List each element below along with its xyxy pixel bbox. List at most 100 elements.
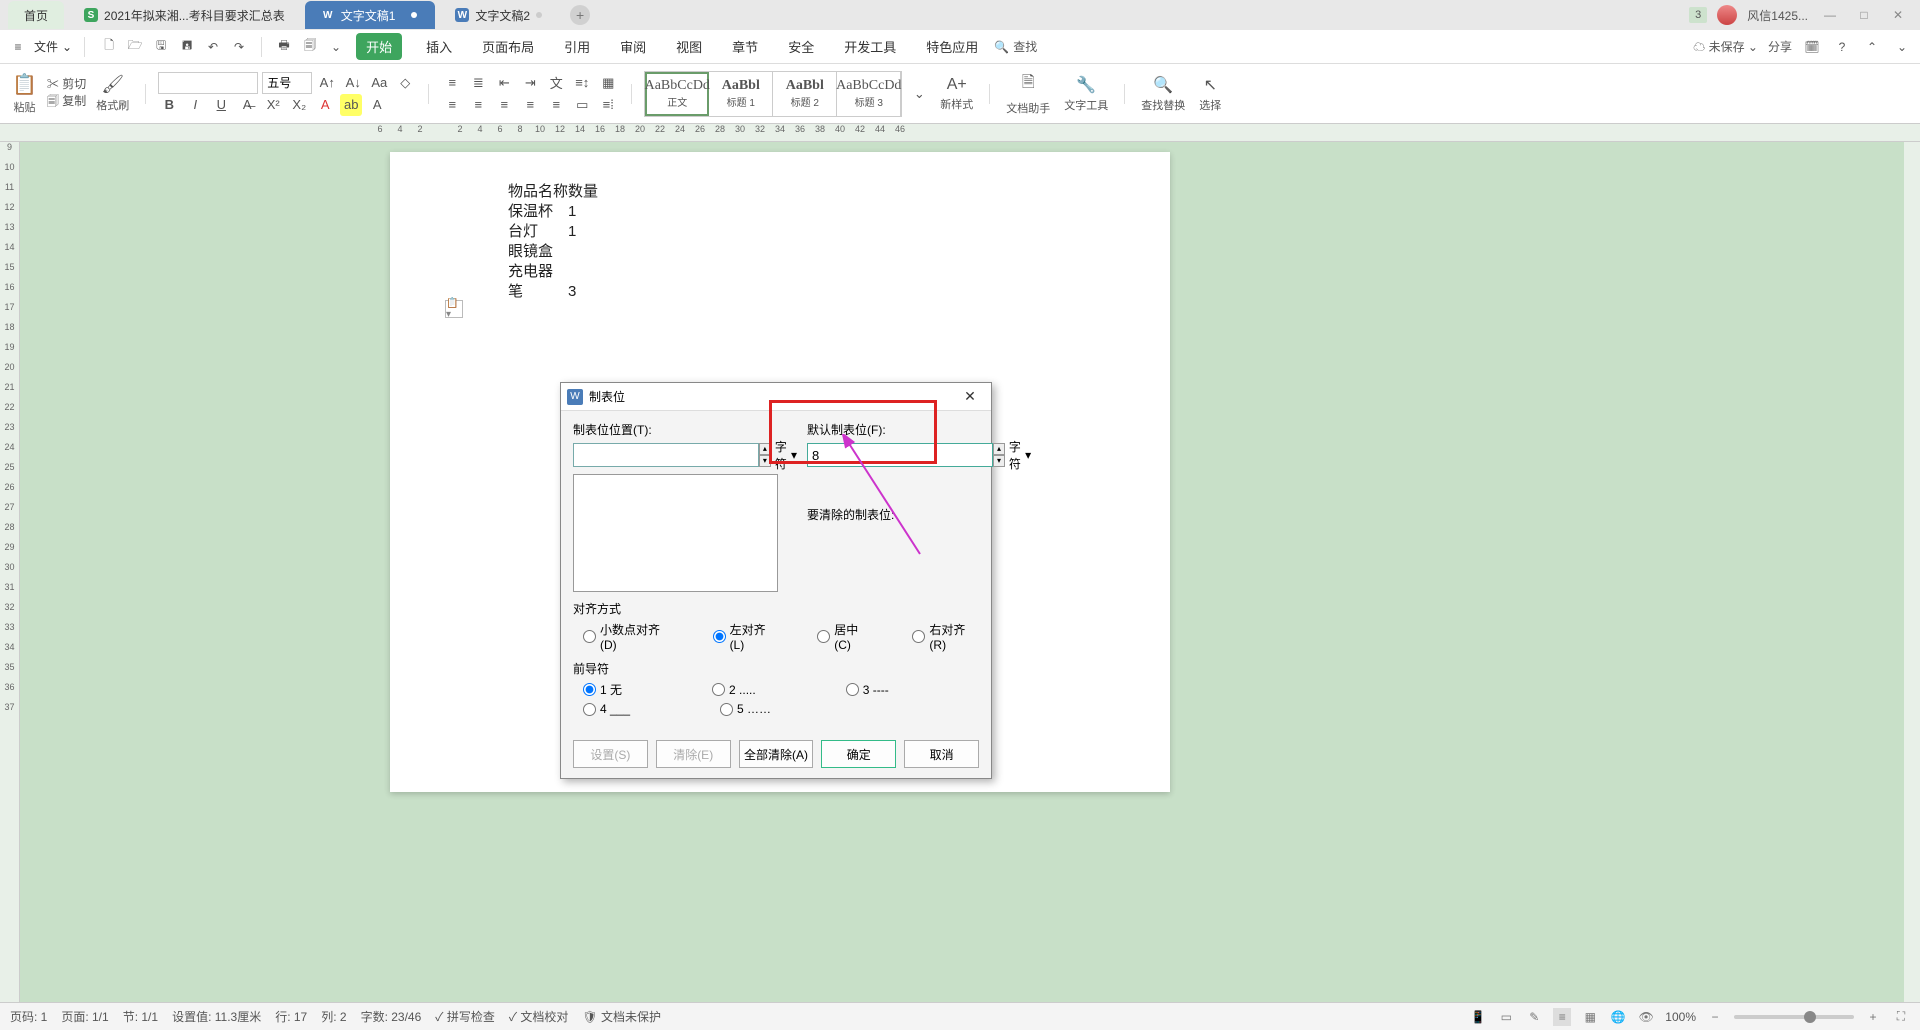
new-tab-button[interactable]: + (570, 5, 590, 25)
collapse-ribbon-icon[interactable]: ⌃ (1862, 37, 1882, 57)
tab-doc1-active[interactable]: W 文字文稿1 (305, 1, 436, 29)
line-spacing-button[interactable]: ≡↕ (571, 72, 593, 94)
tab-excel-file[interactable]: S 2021年拟来湘...考科目要求汇总表 (68, 1, 301, 29)
underline-button[interactable]: U (210, 94, 232, 116)
align-right-button[interactable]: ≡ (493, 94, 515, 116)
zoom-out-button[interactable]: − (1706, 1008, 1724, 1026)
strikethrough-button[interactable]: A̶ (236, 94, 258, 116)
ribbon-tab-security[interactable]: 安全 (782, 33, 820, 60)
ribbon-tab-devtools[interactable]: 开发工具 (838, 33, 902, 60)
view-web-icon[interactable]: 🌐 (1609, 1008, 1627, 1026)
text-tool-button[interactable]: 🔧文字工具 (1060, 75, 1112, 113)
numbering-button[interactable]: ≣ (467, 72, 489, 94)
username-label[interactable]: 风信1425... (1747, 7, 1808, 24)
status-row[interactable]: 行: 17 (275, 1008, 307, 1025)
style-normal[interactable]: AaBbCcDd正文 (645, 72, 709, 116)
copy-button[interactable]: 🗐 复制 (47, 92, 86, 113)
spin-down[interactable]: ▾ (759, 455, 771, 467)
fit-page-icon[interactable]: ⛶ (1892, 1008, 1910, 1026)
view-outline-icon[interactable]: ▦ (1581, 1008, 1599, 1026)
change-case-icon[interactable]: Aa (368, 72, 390, 94)
align-right-radio[interactable]: 右对齐(R) (912, 621, 979, 652)
view-phone-icon[interactable]: 📱 (1469, 1008, 1487, 1026)
clear-all-button[interactable]: 全部清除(A) (739, 740, 814, 768)
save-as-icon[interactable]: 🖪 (177, 37, 197, 57)
justify-button[interactable]: ≡ (519, 94, 541, 116)
highlight-button[interactable]: ab (340, 94, 362, 116)
increase-indent-button[interactable]: ⇥ (519, 72, 541, 94)
decrease-indent-button[interactable]: ⇤ (493, 72, 515, 94)
ok-button[interactable]: 确定 (821, 740, 896, 768)
distribute-button[interactable]: ≡ (545, 94, 567, 116)
status-page[interactable]: 页面: 1/1 (61, 1008, 108, 1025)
leader-5-radio[interactable]: 5 …… (720, 702, 771, 716)
dialog-titlebar[interactable]: W 制表位 ✕ (561, 383, 991, 411)
close-window-button[interactable]: ✕ (1886, 8, 1910, 22)
ribbon-tab-view[interactable]: 视图 (670, 33, 708, 60)
doc-helper-button[interactable]: 🗎文档助手 (1002, 71, 1054, 116)
view-edit-icon[interactable]: ✎ (1525, 1008, 1543, 1026)
more-quick-icon[interactable]: ⌄ (326, 37, 346, 57)
new-style-button[interactable]: A+新样式 (936, 76, 977, 112)
status-spell[interactable]: ✓ 拼写检查 (435, 1008, 495, 1025)
style-gallery[interactable]: AaBbCcDd正文 AaBbl标题 1 AaBbl标题 2 AaBbCcDd标… (644, 71, 902, 117)
style-gallery-more[interactable]: ⌄ (908, 83, 930, 105)
cancel-button[interactable]: 取消 (904, 740, 979, 768)
open-icon[interactable]: 🗁 (125, 37, 145, 57)
paste-options-button[interactable]: 📋▾ (445, 300, 463, 318)
spin-up[interactable]: ▴ (759, 443, 771, 455)
ribbon-tab-layout[interactable]: 页面布局 (476, 33, 540, 60)
style-h3[interactable]: AaBbCcDd标题 3 (837, 72, 901, 116)
leader-2-radio[interactable]: 2 ..... (712, 681, 756, 698)
align-left-button[interactable]: ≡ (441, 94, 463, 116)
align-left-radio[interactable]: 左对齐(L) (713, 621, 778, 652)
font-name-input[interactable] (158, 72, 258, 94)
print-preview-icon[interactable]: 🗐 (300, 37, 320, 57)
style-h2[interactable]: AaBbl标题 2 (773, 72, 837, 116)
ribbon-search[interactable]: 🔍 查找 (994, 38, 1037, 55)
history-icon[interactable]: 🗓 (1802, 37, 1822, 57)
share-button[interactable]: 分享 (1768, 38, 1792, 55)
horizontal-ruler[interactable]: 6422468101214161820222426283032343638404… (0, 124, 1920, 142)
ribbon-tab-special[interactable]: 特色应用 (920, 33, 984, 60)
tab-doc2[interactable]: W 文字文稿2 (439, 1, 560, 29)
spin-up[interactable]: ▴ (993, 443, 1005, 455)
paste-group[interactable]: 📋 粘贴 (8, 72, 41, 115)
ribbon-tab-start[interactable]: 开始 (356, 33, 402, 60)
unit-dropdown[interactable]: 字符▾ (775, 438, 797, 472)
borders-button[interactable]: ▦ (597, 72, 619, 94)
decrease-font-icon[interactable]: A↓ (342, 72, 364, 94)
status-section[interactable]: 节: 1/1 (123, 1008, 158, 1025)
select-button[interactable]: ↖选择 (1195, 75, 1225, 113)
help-icon[interactable]: ? (1832, 37, 1852, 57)
view-page-icon[interactable]: ≡ (1553, 1008, 1571, 1026)
cloud-unsaved[interactable]: ☁ 未保存 ⌄ (1693, 38, 1758, 55)
bold-button[interactable]: B (158, 94, 180, 116)
vertical-ruler[interactable]: 9101112131415161718192021222324252627282… (0, 142, 20, 1002)
undo-icon[interactable]: ↶ (203, 37, 223, 57)
leader-4-radio[interactable]: 4 ___ (583, 702, 630, 716)
tab-settings-button[interactable]: ≡⁞ (597, 94, 619, 116)
clear-button[interactable]: 清除(E) (656, 740, 731, 768)
eye-protect-icon[interactable]: 👁 (1637, 1008, 1655, 1026)
cut-button[interactable]: ✂ 剪切 (47, 75, 86, 92)
status-chars[interactable]: 字数: 23/46 (361, 1008, 422, 1025)
default-tab-input[interactable] (807, 443, 993, 467)
notification-badge[interactable]: 3 (1689, 7, 1707, 23)
align-decimal-radio[interactable]: 小数点对齐(D) (583, 621, 673, 652)
ribbon-tab-section[interactable]: 章节 (726, 33, 764, 60)
tab-home[interactable]: 首页 (8, 1, 64, 29)
print-icon[interactable]: 🖶 (274, 37, 294, 57)
maximize-button[interactable]: □ (1852, 8, 1876, 22)
font-color-button[interactable]: A (314, 94, 336, 116)
ribbon-tab-review[interactable]: 审阅 (614, 33, 652, 60)
align-center-radio[interactable]: 居中(C) (817, 621, 872, 652)
status-protect[interactable]: 🛡 文档未保护 (582, 1008, 661, 1025)
app-menu-icon[interactable]: ≡ (8, 37, 28, 57)
status-proof[interactable]: ✓ 文档校对 (509, 1008, 569, 1025)
subscript-button[interactable]: X₂ (288, 94, 310, 116)
zoom-value[interactable]: 100% (1665, 1010, 1696, 1024)
text-direction-button[interactable]: 文 (545, 72, 567, 94)
zoom-thumb[interactable] (1804, 1011, 1816, 1023)
ribbon-tab-insert[interactable]: 插入 (420, 33, 458, 60)
